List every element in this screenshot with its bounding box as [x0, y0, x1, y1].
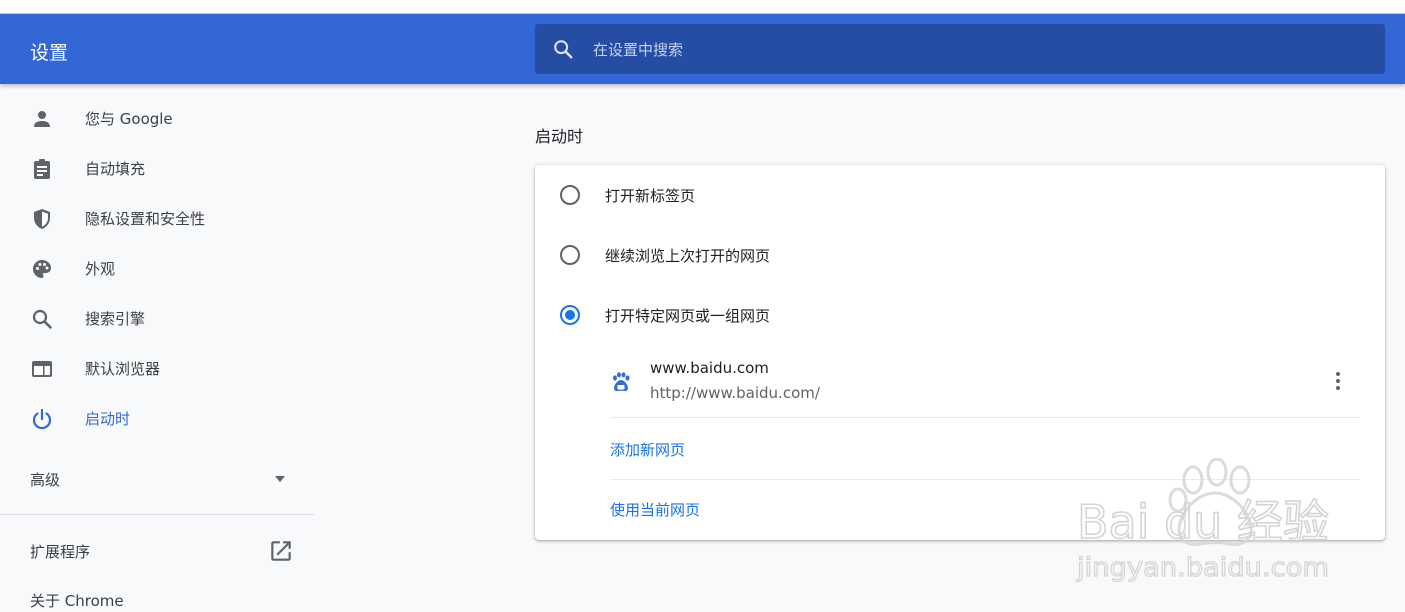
sidebar-item-default-browser[interactable]: 默认浏览器	[0, 345, 314, 393]
radio-open-new-tab[interactable]: 打开新标签页	[535, 165, 1385, 225]
advanced-label: 高级	[30, 471, 61, 489]
startup-page-entry: www.baidu.com http://www.baidu.com/	[610, 355, 1360, 417]
sidebar-item-you-and-google[interactable]: 您与 Google	[0, 95, 314, 143]
sidebar-item-label: 启动时	[85, 410, 131, 428]
sidebar-advanced-toggle[interactable]: 高级	[0, 455, 314, 503]
radio-open-specific-pages[interactable]: 打开特定网页或一组网页	[535, 285, 1385, 345]
settings-header: 设置	[0, 14, 1405, 84]
baidu-paw-favicon	[613, 372, 630, 392]
radio-button-unchecked[interactable]	[560, 185, 580, 205]
sidebar-item-search-engine[interactable]: 搜索引擎	[0, 295, 314, 343]
baidu-paw-logo: Bai du 经验 jingyan.baidu.com	[1075, 457, 1330, 584]
radio-label: 打开特定网页或一组网页	[605, 307, 771, 325]
extensions-label: 扩展程序	[30, 543, 91, 561]
sidebar-divider	[0, 514, 314, 515]
watermark-brand: Bai du 经验	[1077, 495, 1329, 549]
shield-icon	[34, 209, 50, 229]
sidebar-item-appearance[interactable]: 外观	[0, 245, 314, 293]
section-title: 启动时	[535, 127, 584, 146]
sidebar-item-label: 自动填充	[85, 160, 146, 178]
open-in-new-icon	[271, 541, 291, 561]
search-input[interactable]	[591, 24, 1355, 76]
window-top-edge	[0, 0, 1405, 14]
card-divider	[610, 417, 1360, 418]
search-icon	[32, 309, 52, 329]
caret-down-icon	[275, 476, 285, 482]
more-vert-icon[interactable]	[1328, 367, 1348, 395]
startup-page-name: www.baidu.com	[650, 359, 769, 377]
watermark-url: jingyan.baidu.com	[1076, 553, 1329, 583]
sidebar-item-extensions[interactable]: 扩展程序	[0, 527, 314, 575]
sidebar-item-autofill[interactable]: 自动填充	[0, 145, 314, 193]
person-icon	[34, 111, 50, 127]
radio-continue-where-left[interactable]: 继续浏览上次打开的网页	[535, 225, 1385, 285]
sidebar-item-label: 默认浏览器	[85, 360, 161, 378]
baidu-jingyan-watermark: Bai du 经验 jingyan.baidu.com	[1075, 457, 1345, 588]
sidebar-item-label: 隐私设置和安全性	[85, 210, 206, 228]
sidebar: 您与 Google 自动填充 隐私设置和安全性 外观 搜索引擎 默认浏览器 启动…	[0, 84, 314, 612]
clipboard-icon	[34, 159, 50, 179]
sidebar-item-privacy[interactable]: 隐私设置和安全性	[0, 195, 314, 243]
sidebar-item-label: 外观	[85, 260, 116, 278]
use-current-pages-link[interactable]: 使用当前网页	[610, 499, 700, 520]
radio-label: 继续浏览上次打开的网页	[605, 247, 771, 265]
browser-window-icon	[32, 361, 52, 377]
sidebar-item-label: 搜索引擎	[85, 310, 146, 328]
page-title: 设置	[30, 42, 69, 64]
add-new-page-link[interactable]: 添加新网页	[610, 439, 685, 460]
startup-page-url: http://www.baidu.com/	[650, 384, 820, 402]
search-box[interactable]	[535, 24, 1385, 76]
sidebar-item-on-startup[interactable]: 启动时	[0, 395, 314, 443]
sidebar-item-about-chrome[interactable]: 关于 Chrome	[0, 584, 314, 612]
radio-button-unchecked[interactable]	[560, 245, 580, 265]
radio-label: 打开新标签页	[605, 187, 696, 205]
radio-button-checked[interactable]	[560, 305, 580, 325]
search-icon	[554, 40, 573, 59]
palette-icon	[33, 260, 51, 278]
sidebar-item-label: 您与 Google	[85, 110, 173, 128]
about-label: 关于 Chrome	[30, 592, 124, 610]
power-icon	[32, 408, 52, 430]
